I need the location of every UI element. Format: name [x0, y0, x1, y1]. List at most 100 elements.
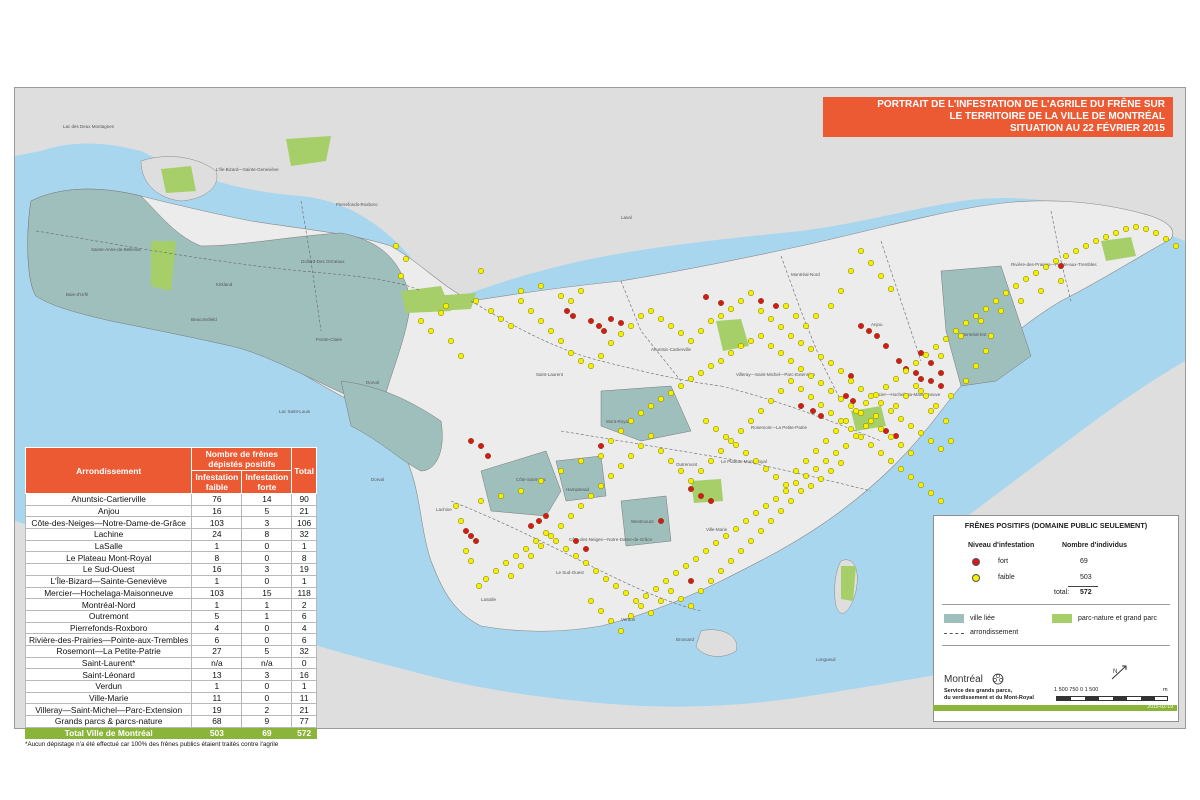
faible-infestation-point[interactable]: [568, 350, 575, 357]
faible-infestation-point[interactable]: [578, 288, 585, 295]
faible-infestation-point[interactable]: [698, 468, 705, 475]
faible-infestation-point[interactable]: [698, 328, 705, 335]
faible-infestation-point[interactable]: [828, 360, 835, 367]
faible-infestation-point[interactable]: [933, 344, 940, 351]
faible-infestation-point[interactable]: [758, 333, 765, 340]
faible-infestation-point[interactable]: [518, 488, 525, 495]
faible-infestation-point[interactable]: [858, 386, 865, 393]
faible-infestation-point[interactable]: [583, 560, 590, 567]
fort-infestation-point[interactable]: [848, 373, 855, 380]
faible-infestation-point[interactable]: [568, 513, 575, 520]
faible-infestation-point[interactable]: [1122, 225, 1129, 232]
faible-infestation-point[interactable]: [1042, 264, 1049, 271]
faible-infestation-point[interactable]: [793, 480, 800, 487]
faible-infestation-point[interactable]: [743, 518, 750, 525]
faible-infestation-point[interactable]: [673, 570, 680, 577]
faible-infestation-point[interactable]: [888, 458, 895, 465]
faible-infestation-point[interactable]: [533, 538, 540, 545]
faible-infestation-point[interactable]: [678, 330, 685, 337]
fort-infestation-point[interactable]: [688, 486, 695, 493]
faible-infestation-point[interactable]: [978, 318, 985, 325]
faible-infestation-point[interactable]: [598, 353, 605, 360]
faible-infestation-point[interactable]: [523, 546, 530, 553]
fort-infestation-point[interactable]: [596, 323, 603, 330]
fort-infestation-point[interactable]: [1057, 263, 1064, 270]
faible-infestation-point[interactable]: [688, 478, 695, 485]
faible-infestation-point[interactable]: [993, 298, 1000, 305]
faible-infestation-point[interactable]: [863, 400, 870, 407]
faible-infestation-point[interactable]: [788, 498, 795, 505]
faible-infestation-point[interactable]: [873, 392, 880, 399]
faible-infestation-point[interactable]: [1082, 242, 1089, 249]
faible-infestation-point[interactable]: [418, 318, 425, 325]
faible-infestation-point[interactable]: [868, 260, 875, 267]
faible-infestation-point[interactable]: [573, 553, 580, 560]
faible-infestation-point[interactable]: [403, 255, 410, 262]
faible-infestation-point[interactable]: [453, 503, 460, 510]
faible-infestation-point[interactable]: [888, 408, 895, 415]
faible-infestation-point[interactable]: [638, 410, 645, 417]
faible-infestation-point[interactable]: [658, 316, 665, 323]
faible-infestation-point[interactable]: [668, 588, 675, 595]
faible-infestation-point[interactable]: [768, 343, 775, 350]
faible-infestation-point[interactable]: [638, 443, 645, 450]
faible-infestation-point[interactable]: [458, 518, 465, 525]
fort-infestation-point[interactable]: [773, 303, 780, 310]
faible-infestation-point[interactable]: [878, 400, 885, 407]
faible-infestation-point[interactable]: [718, 358, 725, 365]
faible-infestation-point[interactable]: [648, 433, 655, 440]
faible-infestation-point[interactable]: [818, 402, 825, 409]
faible-infestation-point[interactable]: [728, 558, 735, 565]
fort-infestation-point[interactable]: [843, 393, 850, 400]
faible-infestation-point[interactable]: [828, 410, 835, 417]
faible-infestation-point[interactable]: [438, 310, 445, 317]
faible-infestation-point[interactable]: [708, 578, 715, 585]
fort-infestation-point[interactable]: [543, 513, 550, 520]
faible-infestation-point[interactable]: [553, 538, 560, 545]
fort-infestation-point[interactable]: [658, 518, 665, 525]
faible-infestation-point[interactable]: [618, 428, 625, 435]
faible-infestation-point[interactable]: [913, 383, 920, 390]
faible-infestation-point[interactable]: [1112, 229, 1119, 236]
faible-infestation-point[interactable]: [898, 442, 905, 449]
fort-infestation-point[interactable]: [573, 538, 580, 545]
fort-infestation-point[interactable]: [850, 398, 857, 405]
faible-infestation-point[interactable]: [928, 408, 935, 415]
faible-infestation-point[interactable]: [723, 533, 730, 540]
faible-infestation-point[interactable]: [793, 468, 800, 475]
faible-infestation-point[interactable]: [908, 450, 915, 457]
faible-infestation-point[interactable]: [958, 333, 965, 340]
faible-infestation-point[interactable]: [908, 474, 915, 481]
faible-infestation-point[interactable]: [668, 390, 675, 397]
faible-infestation-point[interactable]: [788, 378, 795, 385]
fort-infestation-point[interactable]: [874, 333, 881, 340]
fort-infestation-point[interactable]: [608, 316, 615, 323]
faible-infestation-point[interactable]: [903, 393, 910, 400]
faible-infestation-point[interactable]: [863, 423, 870, 430]
faible-infestation-point[interactable]: [668, 458, 675, 465]
faible-infestation-point[interactable]: [868, 418, 875, 425]
faible-infestation-point[interactable]: [588, 363, 595, 370]
faible-infestation-point[interactable]: [718, 313, 725, 320]
faible-infestation-point[interactable]: [963, 320, 970, 327]
faible-infestation-point[interactable]: [858, 247, 865, 254]
faible-infestation-point[interactable]: [878, 450, 885, 457]
fort-infestation-point[interactable]: [688, 578, 695, 585]
faible-infestation-point[interactable]: [688, 603, 695, 610]
faible-infestation-point[interactable]: [983, 306, 990, 313]
faible-infestation-point[interactable]: [588, 493, 595, 500]
faible-infestation-point[interactable]: [1018, 298, 1025, 305]
faible-infestation-point[interactable]: [648, 403, 655, 410]
faible-infestation-point[interactable]: [813, 466, 820, 473]
faible-infestation-point[interactable]: [1142, 225, 1149, 232]
faible-infestation-point[interactable]: [538, 283, 545, 290]
faible-infestation-point[interactable]: [918, 430, 925, 437]
faible-infestation-point[interactable]: [798, 386, 805, 393]
faible-infestation-point[interactable]: [788, 358, 795, 365]
faible-infestation-point[interactable]: [493, 568, 500, 575]
faible-infestation-point[interactable]: [478, 268, 485, 275]
faible-infestation-point[interactable]: [808, 394, 815, 401]
faible-infestation-point[interactable]: [548, 328, 555, 335]
faible-infestation-point[interactable]: [923, 393, 930, 400]
fort-infestation-point[interactable]: [893, 433, 900, 440]
